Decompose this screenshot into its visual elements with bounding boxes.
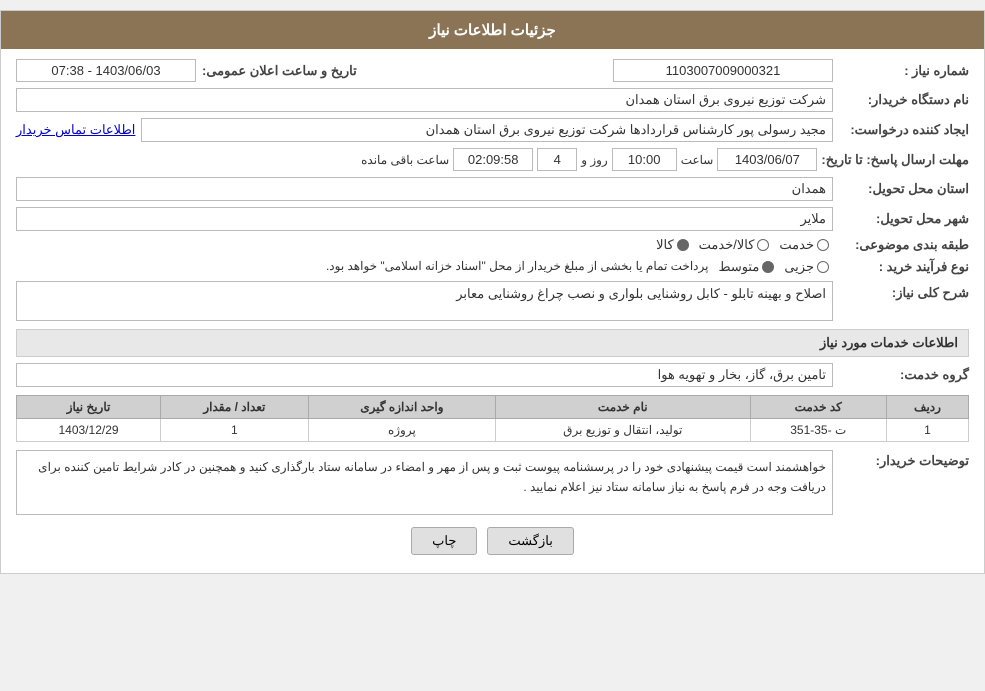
deadline-date: 1403/06/07 xyxy=(717,148,817,171)
buyer-name-value: شرکت توزیع نیروی برق استان همدان xyxy=(16,88,833,112)
page-header: جزئیات اطلاعات نیاز xyxy=(1,11,984,49)
col-date: تاریخ نیاز xyxy=(17,396,161,419)
description-label: شرح کلی نیاز: xyxy=(839,281,969,301)
process-jozi-label: جزیی xyxy=(784,259,814,275)
deadline-days: 4 xyxy=(537,148,577,171)
buyer-notes-value: خواهشمند است قیمت پیشنهادی خود را در پرس… xyxy=(16,450,833,515)
radio-khadamat-icon xyxy=(817,239,829,251)
description-value: اصلاح و بهینه تابلو - کابل روشنایی بلوار… xyxy=(16,281,833,321)
deadline-time-label: ساعت xyxy=(681,153,714,167)
announcement-label: تاریخ و ساعت اعلان عمومی: xyxy=(202,63,357,79)
category-option-kala-khadamat[interactable]: کالا/خدمت xyxy=(699,237,770,253)
deadline-remaining: 02:09:58 xyxy=(453,148,533,171)
radio-jozi-icon xyxy=(817,261,829,273)
process-option-mottavas[interactable]: متوسط xyxy=(718,259,774,275)
creator-value: مجید رسولی پور کارشناس قراردادها شرکت تو… xyxy=(141,118,833,142)
page-title: جزئیات اطلاعات نیاز xyxy=(429,22,556,39)
service-section-title: اطلاعات خدمات مورد نیاز xyxy=(16,329,969,357)
services-table: ردیف کد خدمت نام خدمت واحد اندازه گیری ت… xyxy=(16,395,969,442)
col-row: ردیف xyxy=(886,396,968,419)
category-kala-label: کالا xyxy=(656,237,674,253)
deadline-time: 10:00 xyxy=(612,148,677,171)
process-label: نوع فرآیند خرید : xyxy=(839,259,969,275)
cell-date: 1403/12/29 xyxy=(17,419,161,442)
buyer-name-label: نام دستگاه خریدار: xyxy=(839,92,969,108)
table-row: 1 ت -35-351 تولید، انتقال و توزیع برق پر… xyxy=(17,419,969,442)
category-kala-khadamat-label: کالا/خدمت xyxy=(699,237,755,253)
service-group-label: گروه خدمت: xyxy=(839,367,969,383)
process-option-jozi[interactable]: جزیی xyxy=(784,259,829,275)
city-label: شهر محل تحویل: xyxy=(839,211,969,227)
cell-qty: 1 xyxy=(161,419,309,442)
process-mottavas-label: متوسط xyxy=(718,259,759,275)
process-note: پرداخت تمام یا بخشی از مبلغ خریدار از مح… xyxy=(326,259,709,273)
category-option-khadamat[interactable]: خدمت xyxy=(779,237,829,253)
col-unit: واحد اندازه گیری xyxy=(308,396,495,419)
col-code: کد خدمت xyxy=(750,396,886,419)
radio-mottavas-icon xyxy=(762,261,774,273)
need-number-label: شماره نیاز : xyxy=(839,63,969,79)
creator-label: ایجاد کننده درخواست: xyxy=(839,122,969,138)
province-value: همدان xyxy=(16,177,833,201)
creator-link[interactable]: اطلاعات تماس خریدار xyxy=(16,122,135,138)
cell-row: 1 xyxy=(886,419,968,442)
col-qty: تعداد / مقدار xyxy=(161,396,309,419)
cell-unit: پروژه xyxy=(308,419,495,442)
service-group-value: تامین برق، گاز، بخار و تهویه هوا xyxy=(16,363,833,387)
services-table-container: ردیف کد خدمت نام خدمت واحد اندازه گیری ت… xyxy=(16,395,969,442)
deadline-label: مهلت ارسال پاسخ: تا تاریخ: xyxy=(821,152,969,168)
cell-service: تولید، انتقال و توزیع برق xyxy=(496,419,750,442)
radio-kala-khadamat-icon xyxy=(757,239,769,251)
deadline-days-label: روز و xyxy=(581,153,608,167)
province-label: استان محل تحویل: xyxy=(839,181,969,197)
deadline-remaining-label: ساعت باقی مانده xyxy=(361,153,449,167)
city-value: ملایر xyxy=(16,207,833,231)
col-service: نام خدمت xyxy=(496,396,750,419)
buttons-row: بازگشت چاپ xyxy=(16,527,969,555)
radio-kala-icon xyxy=(677,239,689,251)
announcement-value: 1403/06/03 - 07:38 xyxy=(16,59,196,82)
cell-code: ت -35-351 xyxy=(750,419,886,442)
back-button[interactable]: بازگشت xyxy=(487,527,573,555)
buyer-notes-label: توضیحات خریدار: xyxy=(839,450,969,469)
category-option-kala[interactable]: کالا xyxy=(656,237,689,253)
need-number-value: 1103007009000321 xyxy=(613,59,833,82)
category-khadamat-label: خدمت xyxy=(779,237,814,253)
category-label: طبقه بندی موضوعی: xyxy=(839,237,969,253)
print-button[interactable]: چاپ xyxy=(411,527,477,555)
